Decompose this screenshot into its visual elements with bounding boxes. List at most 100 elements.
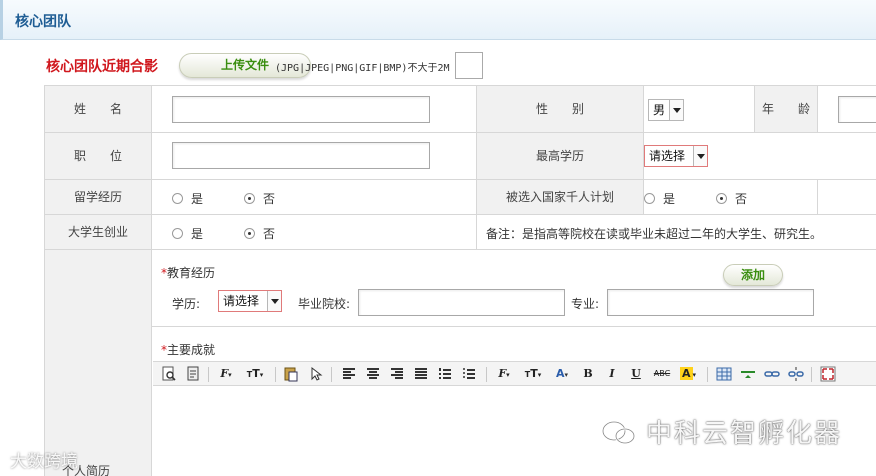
education-history-title: *教育经历: [161, 264, 215, 281]
font-family-icon[interactable]: F▾: [493, 366, 515, 382]
student-startup-yes-radio[interactable]: 是: [172, 225, 203, 242]
thousand-talents-no-radio[interactable]: 否: [716, 190, 747, 207]
chevron-down-icon: [669, 100, 683, 120]
radio-checked-icon: [244, 193, 255, 204]
education-label: 最高学历: [535, 149, 584, 163]
underline-icon[interactable]: U: [629, 366, 643, 382]
align-justify-icon[interactable]: [415, 368, 427, 380]
ordered-list-icon[interactable]: [439, 368, 451, 380]
toolbar-separator: [208, 367, 209, 382]
major-label: 专业:: [571, 297, 600, 311]
toolbar-separator: [486, 367, 487, 382]
education-select-cell: 请选择: [644, 133, 876, 180]
align-left-icon[interactable]: [343, 368, 355, 380]
name-input-cell: [152, 85, 477, 133]
gender-label: 性 别: [535, 102, 584, 116]
student-startup-options-cell: 是 否: [152, 215, 477, 250]
age-input[interactable]: [838, 96, 876, 123]
position-label: 职 位: [73, 149, 122, 163]
panel-title: 核心团队: [15, 14, 71, 30]
gender-select-cell: 男: [644, 85, 755, 133]
link-icon[interactable]: [764, 366, 780, 382]
radio-yes-label: 是: [663, 192, 676, 206]
degree-label: 学历:: [172, 297, 201, 311]
font-size-icon[interactable]: TT▾: [521, 366, 545, 382]
strikethrough-icon[interactable]: ABC: [651, 366, 673, 382]
study-abroad-options-cell: 是 否: [152, 180, 477, 215]
student-startup-no-radio[interactable]: 否: [244, 225, 275, 242]
watermark-text: 中科云智孵化器: [646, 419, 843, 449]
study-abroad-no-radio[interactable]: 否: [244, 190, 275, 207]
gender-label-cell: 性 别: [477, 85, 644, 133]
age-label: 年 龄: [761, 102, 810, 116]
student-startup-label-cell: 大学生创业: [45, 215, 152, 250]
thousand-talents-yes-radio[interactable]: 是: [644, 190, 675, 207]
cursor-select-icon[interactable]: [308, 366, 324, 382]
name-input[interactable]: [172, 96, 430, 123]
study-abroad-yes-radio[interactable]: 是: [172, 190, 203, 207]
achievements-title-text: 主要成就: [167, 343, 216, 357]
student-startup-label: 大学生创业: [67, 225, 128, 239]
unordered-list-icon[interactable]: [463, 368, 475, 380]
name-label-cell: 姓 名: [45, 85, 152, 133]
degree-select[interactable]: 请选择: [218, 290, 282, 312]
bold-icon[interactable]: B: [581, 366, 595, 382]
font-size-icon[interactable]: TT▾: [243, 366, 267, 382]
align-right-icon[interactable]: [391, 368, 403, 380]
study-abroad-label: 留学经历: [73, 190, 122, 204]
radio-unchecked-icon: [644, 193, 655, 204]
name-label: 姓 名: [73, 102, 122, 116]
radio-unchecked-icon: [172, 193, 183, 204]
align-center-icon[interactable]: [367, 368, 379, 380]
radio-no-label: 否: [263, 227, 276, 241]
gender-select-value: 男: [653, 103, 666, 117]
unlink-icon[interactable]: [788, 366, 804, 382]
rich-text-toolbar: F▾ TT▾ F▾ TT▾ A▾ B I U ABC A ▾: [153, 361, 876, 386]
preview-icon[interactable]: [161, 366, 177, 382]
chevron-down-icon: [693, 146, 707, 166]
team-photo-label: 核心团队近期合影: [46, 59, 158, 75]
toolbar-separator: [275, 367, 276, 382]
toolbar-separator: [707, 367, 708, 382]
team-photo-row: 核心团队近期合影 上传文件 (JPG|JPEG|PNG|GIF|BMP)不大于2…: [46, 52, 866, 80]
student-startup-note-cell: 备注：是指高等院校在读或毕业未超过二年的大学生、研究生。: [477, 215, 876, 250]
upload-format-hint: (JPG|JPEG|PNG|GIF|BMP)不大于2M: [275, 63, 450, 74]
thousand-talents-label: 被选入国家千人计划: [505, 190, 614, 204]
age-label-cell: 年 龄: [755, 85, 818, 133]
position-input[interactable]: [172, 142, 430, 169]
template-icon[interactable]: [185, 366, 201, 382]
school-label: 毕业院校:: [298, 297, 351, 311]
school-input[interactable]: [358, 289, 565, 316]
thousand-talents-options-cell: 是 否: [644, 180, 818, 215]
table-icon[interactable]: [716, 366, 732, 382]
font-color-icon[interactable]: A▾: [551, 366, 573, 382]
radio-no-label: 否: [263, 192, 276, 206]
major-input[interactable]: [607, 289, 814, 316]
education-select[interactable]: 请选择: [644, 145, 708, 167]
study-abroad-label-cell: 留学经历: [45, 180, 152, 215]
radio-yes-label: 是: [191, 227, 204, 241]
add-education-button[interactable]: 添加: [723, 264, 783, 286]
position-label-cell: 职 位: [45, 133, 152, 180]
italic-icon[interactable]: I: [605, 366, 619, 382]
horizontal-rule-icon[interactable]: [740, 366, 756, 382]
education-label-cell: 最高学历: [477, 133, 644, 180]
highlight-color-icon[interactable]: A ▾: [677, 366, 699, 382]
radio-no-label: 否: [735, 192, 748, 206]
radio-unchecked-icon: [172, 228, 183, 239]
font-family-icon[interactable]: F▾: [215, 366, 237, 382]
resume-label: 个人简历: [62, 464, 111, 476]
thousand-talents-label-cell: 被选入国家千人计划: [477, 180, 644, 215]
education-select-value: 请选择: [649, 149, 686, 163]
student-startup-note: 备注：是指高等院校在读或毕业未超过二年的大学生、研究生。: [486, 227, 823, 241]
radio-checked-icon: [716, 193, 727, 204]
fullscreen-icon[interactable]: [820, 366, 836, 382]
age-input-cell: [818, 85, 876, 133]
panel-header: 核心团队: [0, 0, 876, 40]
radio-checked-icon: [244, 228, 255, 239]
toolbar-separator: [331, 367, 332, 382]
paste-icon[interactable]: [283, 366, 299, 382]
achievements-title: *主要成就: [161, 341, 215, 358]
toolbar-separator: [811, 367, 812, 382]
gender-select[interactable]: 男: [648, 99, 684, 121]
